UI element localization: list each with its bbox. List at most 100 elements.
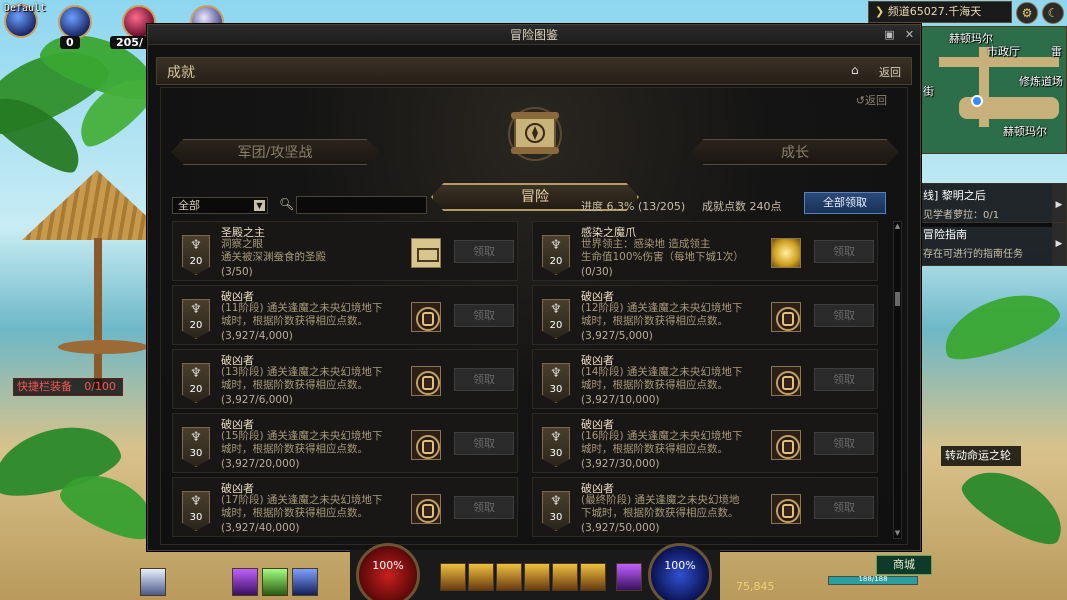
achievement-points-badge: 30 [189,512,203,523]
reward-item-icon[interactable] [771,238,801,268]
claim-button[interactable]: 领取 [454,304,514,327]
minimize-icon[interactable]: ▣ [883,28,896,41]
achievement-card: ♆ 20 破凶者 (11阶段) 通关逢魔之未央幻境地下 城时，根据阶数获得相应点数。(… [172,285,518,345]
quick-slot-2[interactable] [232,568,258,596]
search-input[interactable] [296,196,427,214]
claim-all-button[interactable]: 全部领取 [804,192,886,214]
achievement-scrollbar[interactable]: ▲ ▼ [893,221,902,539]
achievement-points-badge: 30 [549,448,563,459]
trophy-badge-icon: ♆ 20 [542,299,570,339]
achievement-progress: (3,927/20,000) [221,458,300,470]
category-filter-value: 全部 [178,199,200,212]
achievement-description: (15阶段) 通关逢魔之未央幻境地下 城时，根据阶数获得相应点数。 [221,430,383,455]
reward-item-icon[interactable] [771,494,801,524]
chevron-right-icon[interactable]: ▶ [1052,184,1066,226]
reward-item-icon[interactable] [411,366,441,396]
skill-slot-2[interactable] [468,563,494,591]
reward-item-icon[interactable] [411,430,441,460]
progress-text: 进度 6.3% (13/205) [581,200,686,213]
back-button[interactable]: 返回 [879,64,901,80]
achievement-card: ♆ 20 感染之魔爪 世界领主：感染地 造成领主 生命值100%伤害（每地下城1次）(… [532,221,878,281]
tab-growth[interactable]: 成长 [691,139,899,165]
section-title: 成就 [167,65,195,81]
character-hp-bar: 188/188 [828,575,918,585]
skill-slot-6[interactable] [580,563,606,591]
search-icon: 🔍︎ [279,197,295,211]
skill-slot-7[interactable] [616,563,642,591]
quick-slot-3[interactable] [262,568,288,596]
claim-button[interactable]: 领取 [454,496,514,519]
achievement-points-badge: 20 [189,256,203,267]
close-icon[interactable]: ✕ [903,28,916,41]
achievement-progress: (3/50) [221,266,253,278]
gold-amount: 75,845 [736,580,775,593]
achievement-points-badge: 20 [189,320,203,331]
scroll-up-icon[interactable]: ▲ [894,222,901,231]
achievement-progress: (0/30) [581,266,613,278]
skill-slot-1[interactable] [440,563,466,591]
scroll-down-icon[interactable]: ▼ [894,529,901,538]
claim-button[interactable]: 领取 [814,496,874,519]
trophy-icon: ♆ [190,302,202,317]
claim-button[interactable]: 领取 [454,240,514,263]
reward-item-icon[interactable] [771,302,801,332]
quest-tracker-guide[interactable]: 冒险指南 存在可进行的指南任务 ▶ [918,222,1067,266]
quick-slot-1[interactable] [140,568,166,596]
tab-legion-raid[interactable]: 军团/攻坚战 [171,139,379,165]
quickbar-equip-text: 快捷栏装备 [17,380,72,393]
settings-gear-icon[interactable]: ⚙ [1016,2,1038,24]
scrollbar-thumb[interactable] [895,292,900,306]
back-link[interactable]: ↺返回 [856,92,887,108]
achievement-description: (最终阶段) 通关逢魔之未央幻境地 下城时，根据阶数获得相应点数。 [581,494,740,519]
character-hp-text: 188/188 [858,575,888,583]
claim-button[interactable]: 领取 [454,368,514,391]
section-header: 成就 ⌂ 返回 [156,57,912,85]
quick-slot-4[interactable] [292,568,318,596]
trophy-badge-icon: ♆ 20 [182,235,210,275]
trophy-icon: ♆ [190,494,202,509]
moon-icon[interactable]: ☾ [1042,2,1064,24]
mp-orb: 100% [648,543,712,600]
claim-button[interactable]: 领取 [814,368,874,391]
skill-slot-3[interactable] [496,563,522,591]
achievement-card: ♆ 30 破凶者 (15阶段) 通关逢魔之未央幻境地下 城时，根据阶数获得相应点数。(… [172,413,518,473]
achievement-description: (12阶段) 通关逢魔之未央幻境地下 城时，根据阶数获得相应点数。 [581,302,743,327]
trophy-badge-icon: ♆ 30 [542,491,570,531]
achievement-points-badge: 30 [549,512,563,523]
skill-slot-4[interactable] [524,563,550,591]
shop-button[interactable]: 商城 [876,555,932,575]
reward-item-icon[interactable] [411,302,441,332]
reward-item-icon[interactable] [771,430,801,460]
achievement-card: ♆ 30 破凶者 (最终阶段) 通关逢魔之未央幻境地 下城时，根据阶数获得相应点数。(… [532,477,878,537]
category-filter-select[interactable]: 全部 ▼ [172,197,268,214]
dialog-titlebar[interactable]: 冒险图鉴 ▣ ✕ [148,25,920,45]
achievement-progress: (3,927/50,000) [581,522,660,534]
achievement-panel: ↺返回 军团/攻坚战 冒险 成长 全部 ▼ 🔍︎ 进度 6.3% (13/205… [160,87,908,545]
achievement-progress: (3,927/4,000) [221,330,293,342]
channel-selector[interactable]: ❯ 频道65027.千海天 [868,1,1012,23]
trophy-icon: ♆ [550,238,562,253]
quickbar-equip-label[interactable]: 快捷栏装备 0/100 [13,378,123,396]
reward-item-icon[interactable] [411,494,441,524]
skill-slot-5[interactable] [552,563,578,591]
home-icon[interactable]: ⌂ [851,63,865,77]
reward-item-icon[interactable] [771,366,801,396]
reward-item-icon[interactable] [411,238,441,268]
chevron-right-icon[interactable]: ▶ [1052,223,1066,265]
achievement-grid: ♆ 20 圣殿之主 洞察之眼 通关被深渊蚕食的圣殿 (3/50) 领取 ♆ 20 感染之魔爪 世界… [172,221,878,541]
minimap-label-town: 赫顿玛尔 [1003,125,1047,138]
claim-button[interactable]: 领取 [814,240,874,263]
profile-name: Default [4,3,47,14]
buff-orb[interactable] [58,5,92,39]
achievement-card: ♆ 20 圣殿之主 洞察之眼 通关被深渊蚕食的圣殿 (3/50) 领取 [172,221,518,281]
trophy-badge-icon: ♆ 30 [182,491,210,531]
player-marker-icon [971,95,983,107]
wheel-of-fate-button[interactable]: 转动命运之轮 [941,446,1021,466]
achievement-card: ♆ 20 破凶者 (12阶段) 通关逢魔之未央幻境地下 城时，根据阶数获得相应点数。(… [532,285,878,345]
claim-button[interactable]: 领取 [454,432,514,455]
achievement-card: ♆ 30 破凶者 (17阶段) 通关逢魔之未央幻境地下 城时，根据阶数获得相应点数。(… [172,477,518,537]
quest-tracker-main[interactable]: 线] 黎明之后 见学者萝拉：0/1 ▶ [918,183,1067,227]
claim-button[interactable]: 领取 [814,432,874,455]
claim-button[interactable]: 领取 [814,304,874,327]
minimap[interactable]: 赫顿玛尔 市政厅 修炼道场 赫顿玛尔 雷 街 [918,26,1067,154]
